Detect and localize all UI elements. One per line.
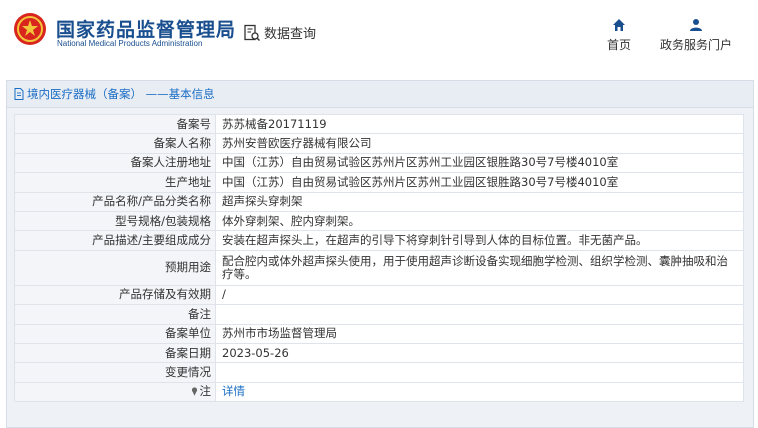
field-value: 体外穿刺架、腔内穿刺架。 <box>215 210 744 232</box>
field-label: 产品名称/产品分类名称 <box>14 191 216 212</box>
field-label: 型号规格/包装规格 <box>14 210 216 232</box>
field-label: 备案人注册地址 <box>14 152 216 174</box>
field-label: 备案单位 <box>14 323 216 344</box>
field-label: 备案人名称 <box>14 133 216 154</box>
field-value: 苏州市市场监督管理局 <box>215 323 744 344</box>
table-row: 产品存储及有效期 / <box>14 284 744 306</box>
document-search-icon <box>244 24 260 41</box>
field-label: 变更情况 <box>14 362 216 383</box>
details-link[interactable]: 详情 <box>222 384 245 398</box>
field-value: 超声探头穿刺架 <box>215 191 744 212</box>
field-label: 产品描述/主要组成成分 <box>14 230 216 251</box>
field-value: 中国（江苏）自由贸易试验区苏州片区苏州工业园区银胜路30号7号楼4010室 <box>215 152 744 174</box>
field-value: 苏苏械备20171119 <box>215 113 744 135</box>
table-row: 备案号 苏苏械备20171119 <box>14 113 744 135</box>
field-value: 安装在超声探头上，在超声的引导下将穿刺针引导到人体的目标位置。非无菌产品。 <box>215 230 744 251</box>
nav-home-label: 首页 <box>606 38 631 52</box>
user-icon <box>690 19 702 31</box>
field-value <box>215 304 744 325</box>
panel-title-bar: 境内医疗器械（备案） ——基本信息 <box>7 81 753 108</box>
table-row: 备案日期 2023-05-26 <box>14 342 744 364</box>
nav-portal-label: 政务服务门户 <box>659 38 732 52</box>
note-value-cell: 详情 <box>215 381 744 403</box>
field-label: 备案号 <box>14 113 216 135</box>
field-label: 备注 <box>14 304 216 325</box>
table-row: 型号规格/包装规格 体外穿刺架、腔内穿刺架。 <box>14 210 744 232</box>
field-label: 产品存储及有效期 <box>14 284 216 306</box>
national-emblem-icon <box>14 13 46 45</box>
table-row: 备案人注册地址 中国（江苏）自由贸易试验区苏州片区苏州工业园区银胜路30号7号楼4… <box>14 152 744 174</box>
note-label-cell: 注 <box>14 381 216 403</box>
table-row: 备注 <box>14 304 744 325</box>
data-query-link[interactable]: 数据查询 <box>243 23 316 42</box>
table-row: 备案单位 苏州市市场监督管理局 <box>14 323 744 344</box>
pin-icon <box>191 387 197 397</box>
nav-gov-service-portal[interactable]: 政务服务门户 <box>656 18 736 54</box>
home-icon <box>613 19 625 31</box>
table-row: 生产地址 中国（江苏）自由贸易试验区苏州片区苏州工业园区银胜路30号7号楼4010… <box>14 172 744 193</box>
field-value <box>215 362 744 383</box>
table-row: 产品描述/主要组成成分 安装在超声探头上，在超声的引导下将穿刺针引导到人体的目标位… <box>14 230 744 251</box>
field-label: 预期用途 <box>14 249 216 286</box>
brand-subtitle: National Medical Products Administration <box>57 39 203 48</box>
field-label: 备案日期 <box>14 342 216 364</box>
record-table: 备案号 苏苏械备20171119 备案人名称 苏州安普欧医疗器械有限公司 备案人注册… <box>14 113 744 403</box>
document-icon <box>14 88 24 100</box>
field-value: 配合腔内或体外超声探头使用，用于使用超声诊断设备实现细胞学检测、组织学检测、囊肿… <box>215 249 744 286</box>
field-value: 中国（江苏）自由贸易试验区苏州片区苏州工业园区银胜路30号7号楼4010室 <box>215 172 744 193</box>
brand-title[interactable]: 国家药品监督管理局 <box>56 15 236 42</box>
field-value: 苏州安普欧医疗器械有限公司 <box>215 133 744 154</box>
nav-home[interactable]: 首页 <box>603 18 635 54</box>
field-value: 2023-05-26 <box>215 342 744 364</box>
field-value: / <box>215 284 744 306</box>
table-row: 备案人名称 苏州安普欧医疗器械有限公司 <box>14 133 744 154</box>
table-row: 预期用途 配合腔内或体外超声探头使用，用于使用超声诊断设备实现细胞学检测、组织学检… <box>14 249 744 286</box>
note-label: 注 <box>199 384 212 399</box>
data-query-label: 数据查询 <box>264 27 317 42</box>
panel-title: 境内医疗器械（备案） ——基本信息 <box>27 87 215 101</box>
field-label: 生产地址 <box>14 172 216 193</box>
record-panel: 境内医疗器械（备案） ——基本信息 备案号 苏苏械备20171119 备案人名称苏… <box>6 80 754 428</box>
table-row: 变更情况 <box>14 362 744 383</box>
table-row: 产品名称/产品分类名称 超声探头穿刺架 <box>14 191 744 212</box>
table-row: 注 详情 <box>14 381 744 403</box>
site-header: 国家药品监督管理局 National Medical Products Admi… <box>0 0 758 72</box>
